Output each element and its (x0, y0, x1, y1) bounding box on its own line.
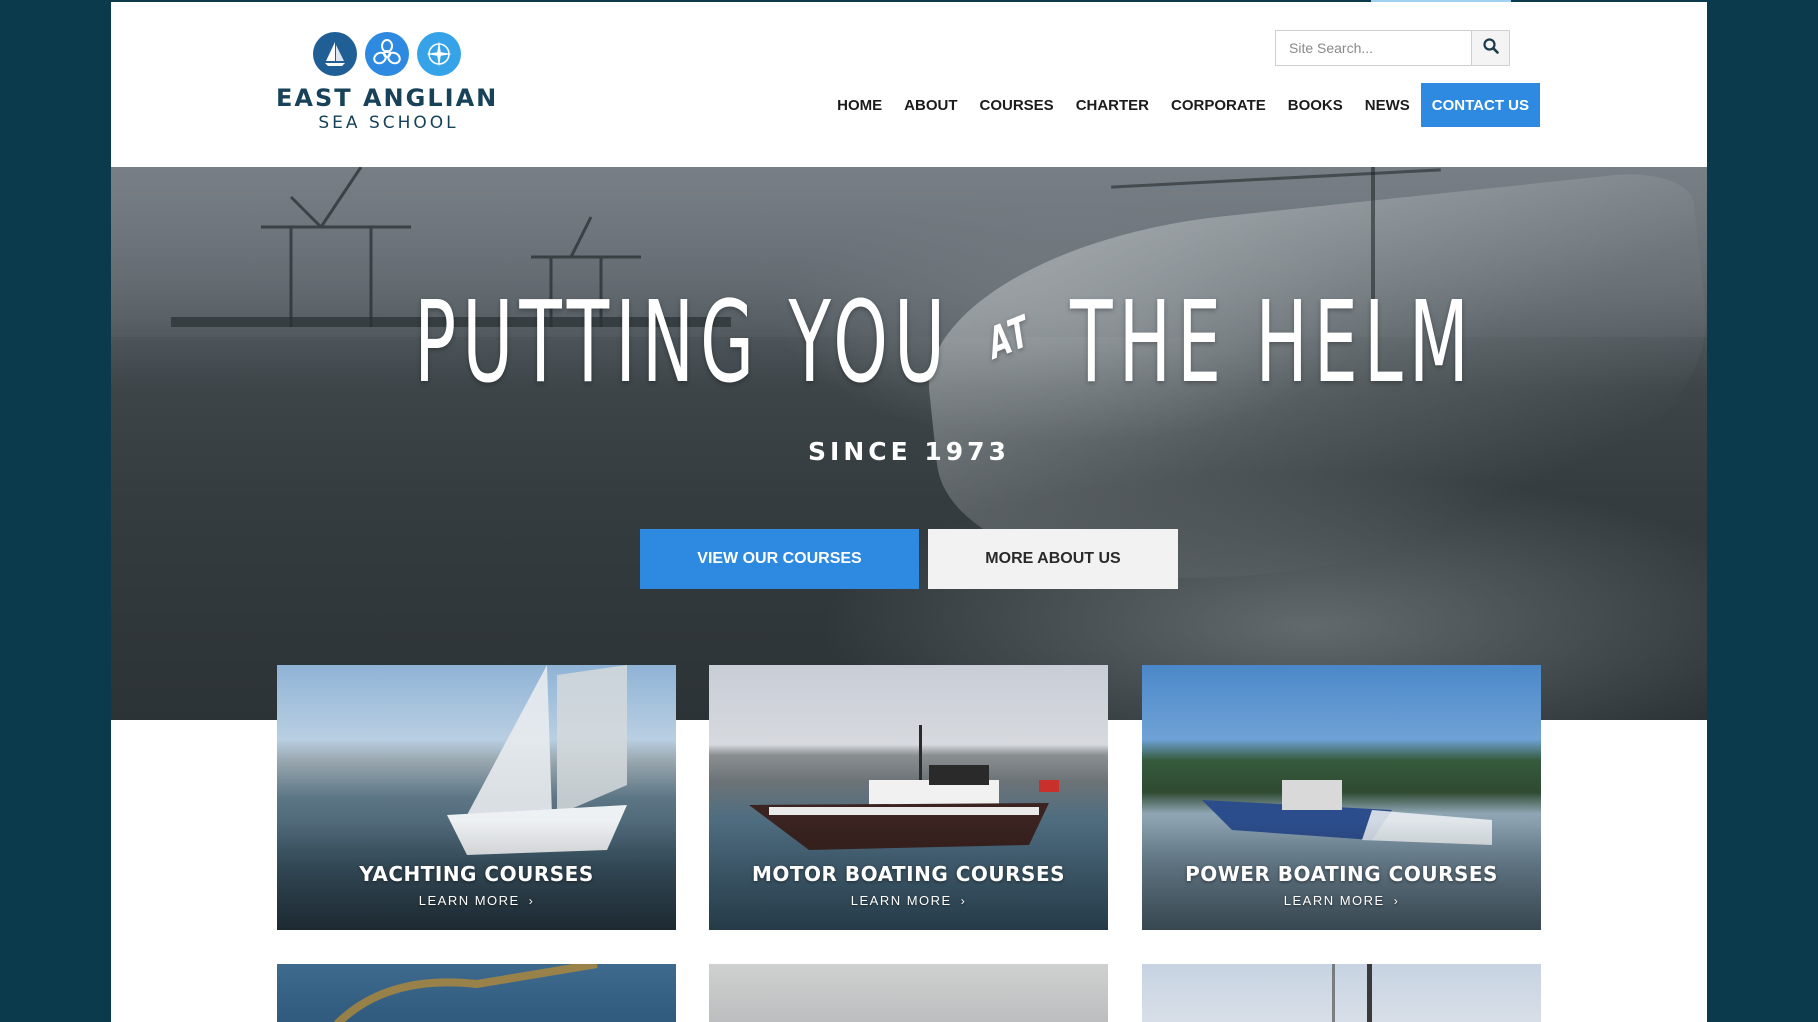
logo-name: EAST ANGLIAN (276, 84, 499, 112)
search-button[interactable] (1471, 30, 1510, 66)
nav-contact-us[interactable]: CONTACT US (1420, 83, 1540, 127)
nav-home[interactable]: HOME (826, 83, 893, 127)
hero-title-at: AT (985, 305, 1033, 371)
hero-title: PUTTING YOU AT THE HELM (414, 287, 1469, 399)
hero-buttons: VIEW OUR COURSES MORE ABOUT US (640, 529, 1178, 589)
hero-banner: PUTTING YOU AT THE HELM SINCE 1973 VIEW … (111, 167, 1707, 720)
search-icon (1482, 37, 1499, 59)
hero-title-part2: THE HELM (1070, 278, 1475, 408)
card-row2-1[interactable] (277, 964, 676, 1022)
search-input[interactable] (1275, 30, 1471, 66)
card-row2-3[interactable] (1142, 964, 1541, 1022)
main-nav: HOME ABOUT COURSES CHARTER CORPORATE BOO… (826, 83, 1540, 127)
chevron-right-icon: › (528, 894, 535, 908)
nav-books[interactable]: BOOKS (1277, 83, 1354, 127)
logo-icons (313, 32, 501, 76)
card-title: POWER BOATING COURSES (1185, 862, 1498, 886)
hero-title-part1: PUTTING YOU (414, 278, 952, 408)
more-about-us-button[interactable]: MORE ABOUT US (928, 529, 1178, 589)
card-row2-1-image (334, 964, 598, 1022)
sailboat-icon (313, 32, 357, 76)
card-title: MOTOR BOATING COURSES (751, 862, 1066, 886)
card-title: YACHTING COURSES (359, 862, 594, 886)
top-accent-line (1371, 0, 1511, 2)
chevron-right-icon: › (960, 894, 967, 908)
page-frame: EAST ANGLIAN SEA SCHOOL HOME ABOUT COURS… (111, 0, 1707, 1022)
card-row2-3-image (1332, 964, 1372, 1022)
card-power-boating-courses[interactable]: POWER BOATING COURSES LEARN MORE › (1142, 665, 1541, 930)
card-motor-boating-courses[interactable]: MOTOR BOATING COURSES LEARN MORE › (709, 665, 1108, 930)
propeller-icon (365, 32, 409, 76)
view-courses-button[interactable]: VIEW OUR COURSES (640, 529, 919, 589)
logo-subtitle: SEA SCHOOL (318, 113, 459, 133)
nav-about[interactable]: ABOUT (893, 83, 968, 127)
site-logo[interactable]: EAST ANGLIAN SEA SCHOOL (276, 32, 501, 142)
chevron-right-icon: › (1393, 894, 1400, 908)
nav-news[interactable]: NEWS (1354, 83, 1421, 127)
card-yachting-courses[interactable]: YACHTING COURSES LEARN MORE › (277, 665, 676, 930)
nav-charter[interactable]: CHARTER (1065, 83, 1160, 127)
hero-subtitle: SINCE 1973 (808, 437, 1010, 466)
learn-more-link[interactable]: LEARN MORE › (277, 893, 676, 908)
learn-more-label: LEARN MORE (850, 893, 952, 908)
compass-icon (417, 32, 461, 76)
site-search (1275, 30, 1510, 66)
card-row2-2[interactable] (709, 964, 1108, 1022)
nav-courses[interactable]: COURSES (969, 83, 1065, 127)
learn-more-label: LEARN MORE (418, 893, 520, 908)
learn-more-label: LEARN MORE (1283, 893, 1385, 908)
learn-more-link[interactable]: LEARN MORE › (1142, 893, 1541, 908)
nav-corporate[interactable]: CORPORATE (1160, 83, 1277, 127)
learn-more-link[interactable]: LEARN MORE › (709, 893, 1108, 908)
